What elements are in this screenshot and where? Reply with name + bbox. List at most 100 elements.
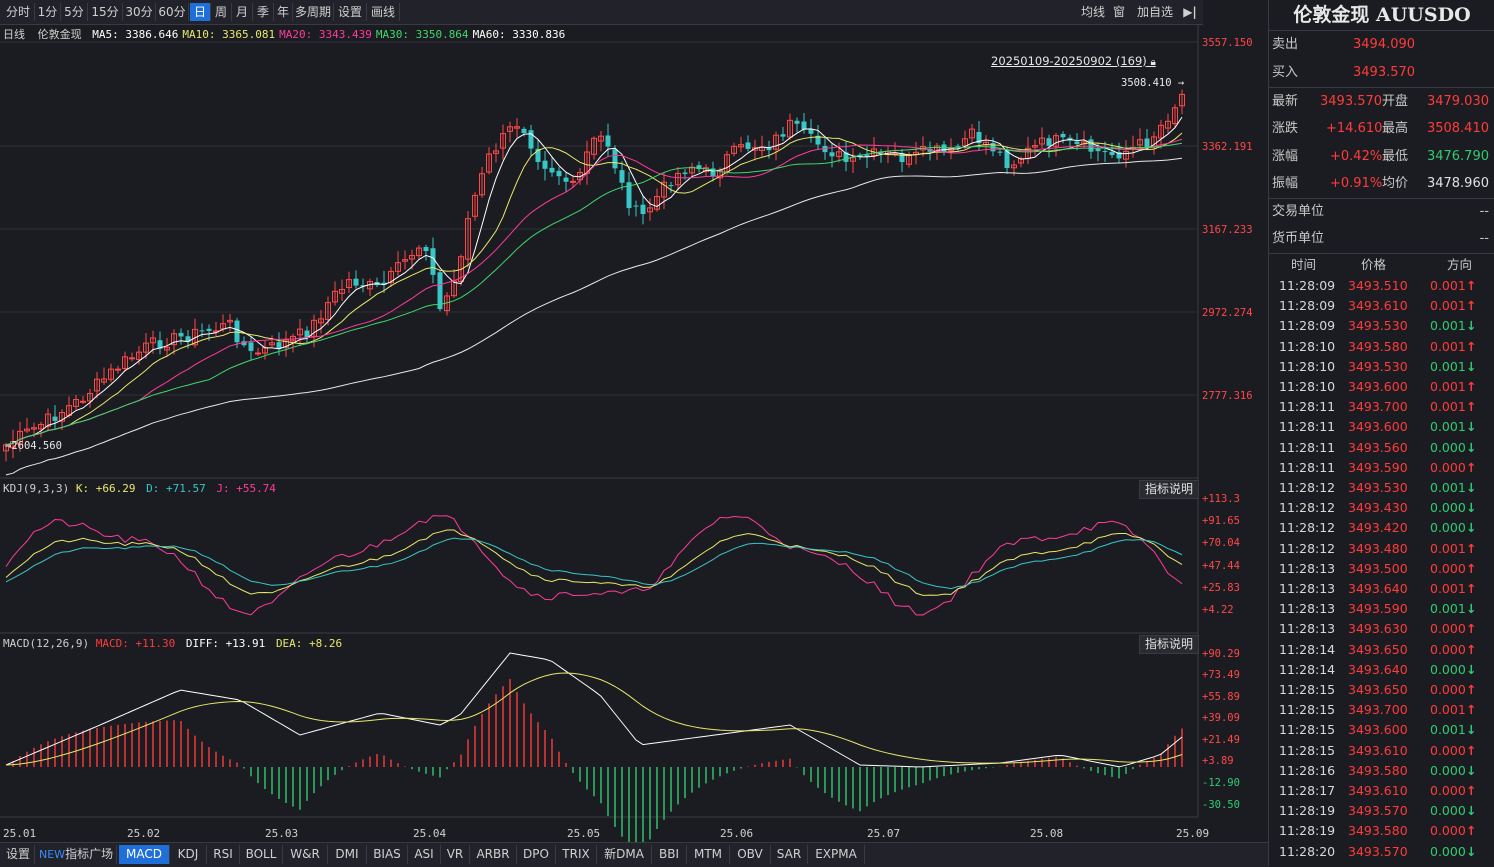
period-button[interactable]: 5分 (61, 3, 88, 21)
trade-price: 3493.630 (1348, 621, 1408, 637)
candle-body (255, 352, 261, 355)
candle-body (668, 185, 674, 187)
period-button[interactable]: 30分 (123, 3, 156, 21)
trade-volume: 0.000 (1430, 783, 1466, 798)
low-value: 3476.790 (1426, 149, 1489, 164)
tab-indicator-square[interactable]: NEW指标广场 (35, 845, 117, 864)
trade-volume: 0.000 (1430, 682, 1466, 697)
tab-boll[interactable]: BOLL (240, 845, 283, 864)
avg-label: 均价 (1382, 176, 1409, 191)
trade-time: 11:28:20 (1279, 843, 1336, 859)
trade-time: 11:28:13 (1279, 621, 1336, 637)
tab-expma[interactable]: EXPMA (808, 845, 865, 864)
currency-row: 货币单位 -- (1269, 225, 1494, 252)
trade-volume: 0.000 (1430, 500, 1466, 516)
trade-price: 3493.640 (1348, 581, 1408, 596)
arrow-down-icon: ↓ (1466, 661, 1477, 677)
tab-vr[interactable]: VR (441, 845, 470, 864)
candle-body (1102, 151, 1108, 153)
trade-price: 3493.510 (1348, 278, 1408, 293)
period-button[interactable]: 1分 (35, 3, 61, 21)
arrow-up-icon: ↑ (1466, 278, 1477, 293)
period-button[interactable]: 月 (232, 3, 253, 21)
add-watchlist-button[interactable]: 加自选 (1132, 3, 1178, 21)
period-button-active[interactable]: 日 (190, 3, 211, 21)
tab-rsi[interactable]: RSI (207, 845, 240, 864)
tab-mtm[interactable]: MTM (687, 845, 730, 864)
tab-dmi[interactable]: DMI (328, 845, 367, 864)
kdj-explain-button[interactable]: 指标说明 (1139, 480, 1199, 499)
period-button[interactable]: 周 (211, 3, 232, 21)
high-value: 3508.410 (1426, 121, 1489, 136)
tab-bbi[interactable]: BBI (652, 845, 687, 864)
trade-time: 11:28:17 (1279, 783, 1336, 798)
trade-unit-row: 交易单位 -- (1269, 198, 1494, 225)
trade-volume: 0.001 (1430, 581, 1466, 596)
trade-row: 11:28:10 3493.530 0.001 ↓ (1269, 357, 1494, 377)
lock-icon: 🔒︎ (1150, 57, 1156, 68)
candle-body (640, 204, 646, 215)
ma-legend: 日线 伦敦金现 MA5: 3386.646 MA10: 3365.081 MA20:… (3, 26, 565, 42)
draw-line-button[interactable]: 画线 (367, 3, 400, 21)
tab-settings[interactable]: 设置 (2, 845, 35, 864)
arrow-down-icon: ↓ (1466, 843, 1477, 859)
trade-price: 3493.580 (1348, 762, 1408, 778)
tab-bias[interactable]: BIAS (367, 845, 408, 864)
trade-volume: 0.001 (1430, 601, 1466, 617)
arrow-down-icon: ↓ (1466, 500, 1477, 516)
trade-row: 11:28:12 3493.420 0.000 ↓ (1269, 518, 1494, 538)
range-label[interactable]: 20250109-20250902 (169) 🔒︎ (991, 54, 1156, 68)
tab-kdj[interactable]: KDJ (170, 845, 207, 864)
tab-wr[interactable]: W&R (283, 845, 328, 864)
ma-button[interactable]: 均线 (1076, 3, 1110, 21)
ma-legend-item: MA60: 3330.836 (472, 28, 566, 41)
amp-row: 振幅 +0.91% 均价 3478.960 (1269, 170, 1494, 197)
tab-asi[interactable]: ASI (408, 845, 441, 864)
macd-explain-button[interactable]: 指标说明 (1139, 635, 1199, 654)
period-button[interactable]: 分时 (2, 3, 35, 21)
trade-price: 3493.580 (1348, 338, 1408, 354)
arrow-down-icon: ↓ (1466, 762, 1477, 778)
tab-dpo[interactable]: DPO (517, 845, 556, 864)
buy-row: 买入 3493.570 (1269, 59, 1494, 86)
period-button[interactable]: 15分 (88, 3, 123, 21)
macd-tick: +90.29 (1202, 648, 1240, 660)
trade-row: 11:28:16 3493.580 0.000 ↓ (1269, 761, 1494, 781)
trade-row: 11:28:10 3493.580 0.001 ↑ (1269, 337, 1494, 357)
kdj-tick: +4.22 (1202, 604, 1234, 616)
multi-period-button[interactable]: 多周期 (293, 3, 334, 21)
window-button[interactable]: 窗 (1110, 3, 1128, 21)
arrow-down-icon: ↓ (1466, 419, 1477, 435)
candle-body (556, 170, 562, 177)
tab-obv[interactable]: OBV (730, 845, 771, 864)
period-button[interactable]: 60分 (156, 3, 189, 21)
sell-row: 卖出 3494.090 (1269, 31, 1494, 58)
candle-body (605, 135, 611, 147)
latest-value: 3493.570 (1320, 94, 1383, 109)
trade-price: 3493.610 (1348, 783, 1408, 798)
next-icon[interactable]: ▶| (1180, 3, 1200, 21)
arrow-down-icon: ↓ (1466, 803, 1477, 819)
period-button[interactable]: 年 (274, 3, 293, 21)
price-tick: 3362.191 (1202, 141, 1253, 153)
latest-row: 最新 3493.570 开盘 3479.030 (1269, 88, 1494, 115)
kline-chart-area[interactable]: 3557.150 3362.191 3167.233 2972.274 2777.316… (0, 25, 1268, 842)
trade-time: 11:28:12 (1279, 520, 1336, 536)
tab-sar[interactable]: SAR (771, 845, 808, 864)
trade-price: 3493.640 (1348, 661, 1408, 677)
tab-arbr[interactable]: ARBR (470, 845, 517, 864)
tab-new-dma[interactable]: 新DMA (597, 845, 652, 864)
candle-body (1109, 151, 1115, 156)
arrow-up-icon: ↑ (1466, 379, 1477, 394)
quote-panel: 伦敦金现 AUUSDO 卖出 3494.090 买入 3493.570 最新 3… (1268, 0, 1494, 866)
trade-volume: 0.000 (1430, 843, 1466, 859)
settings-button[interactable]: 设置 (334, 3, 367, 21)
tab-macd[interactable]: MACD (119, 845, 170, 864)
candle-body (1088, 139, 1094, 152)
tab-trix[interactable]: TRIX (556, 845, 597, 864)
pct-row: 涨幅 +0.42% 最低 3476.790 (1269, 143, 1494, 170)
candle-body (682, 172, 688, 174)
candle-body (941, 144, 947, 153)
period-button[interactable]: 季 (253, 3, 274, 21)
candle-body (801, 121, 807, 130)
